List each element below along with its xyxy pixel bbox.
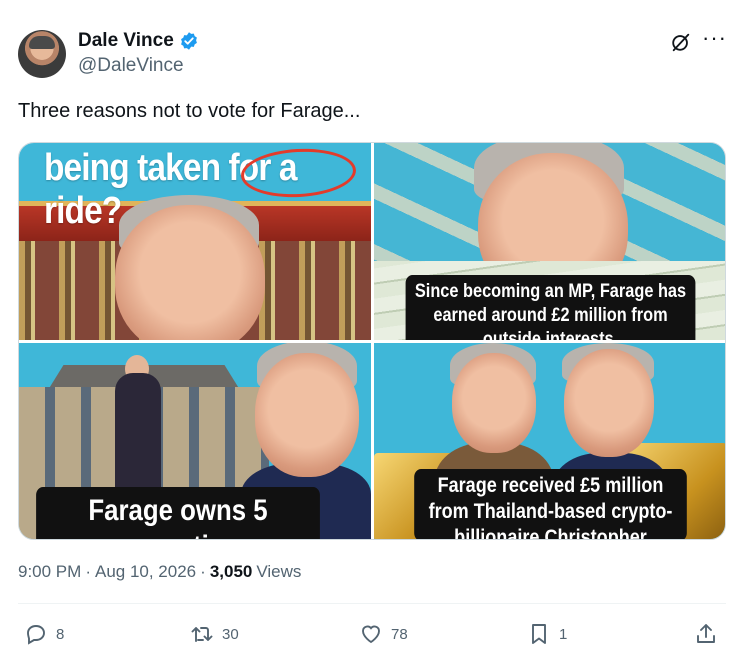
heart-icon [362, 625, 380, 644]
reply-count: 8 [56, 625, 65, 643]
repost-count: 30 [222, 625, 239, 643]
tweet-time[interactable]: 9:00 PM [18, 562, 81, 582]
person-face [564, 349, 654, 457]
media-image-4[interactable]: Farage received £5 million from Thailand… [374, 343, 725, 539]
image-caption: Since becoming an MP, Farage has earned … [405, 275, 696, 340]
like-count: 78 [391, 625, 408, 643]
reply-icon [27, 625, 45, 645]
bookmark-icon [532, 624, 546, 644]
person-face [452, 353, 536, 453]
bookmark-count: 1 [559, 625, 568, 643]
avatar[interactable] [18, 30, 66, 78]
bookmark-button[interactable]: 1 [527, 622, 567, 646]
action-bar: 8 30 78 1 [0, 620, 750, 650]
like-button[interactable]: 78 [359, 622, 408, 646]
views-count: 3,050 [209, 562, 253, 581]
media-image-3[interactable]: Farage owns 5 properties. [19, 343, 371, 539]
media-image-1[interactable]: being taken for a ride? [19, 143, 371, 340]
verified-badge-icon [180, 32, 197, 50]
media-image-2[interactable]: Since becoming an MP, Farage has earned … [374, 143, 725, 340]
divider [18, 603, 726, 604]
person-face-praying [255, 353, 359, 477]
share-icon [697, 624, 715, 643]
author-handle[interactable]: @DaleVince [78, 55, 184, 77]
tweet-date[interactable]: Aug 10, 2026 [95, 562, 196, 582]
reply-button[interactable]: 8 [24, 622, 64, 646]
meta-separator: · [85, 562, 91, 581]
more-options-icon[interactable]: ··· [702, 27, 726, 52]
meta-separator: · [200, 562, 206, 581]
tweet-card[interactable]: Dale Vince @DaleVince ··· Three reasons … [0, 0, 750, 666]
views-label: Views [256, 562, 302, 581]
author-name-row: Dale Vince [78, 30, 199, 52]
repost-icon [191, 627, 213, 642]
tweet-meta: 9:00 PM · Aug 10, 2026 · 3,050 Views [18, 562, 301, 582]
author-display-name[interactable]: Dale Vince [78, 30, 174, 52]
tweet-text: Three reasons not to vote for Farage... [18, 100, 361, 122]
image-caption: Farage received £5 million from Thailand… [414, 469, 687, 539]
repost-button[interactable]: 30 [190, 622, 239, 646]
image-caption: Farage owns 5 properties. [36, 487, 320, 539]
grok-icon[interactable] [670, 31, 692, 53]
share-button[interactable] [694, 622, 718, 646]
media-grid[interactable]: being taken for a ride? Since becoming a… [18, 142, 726, 540]
